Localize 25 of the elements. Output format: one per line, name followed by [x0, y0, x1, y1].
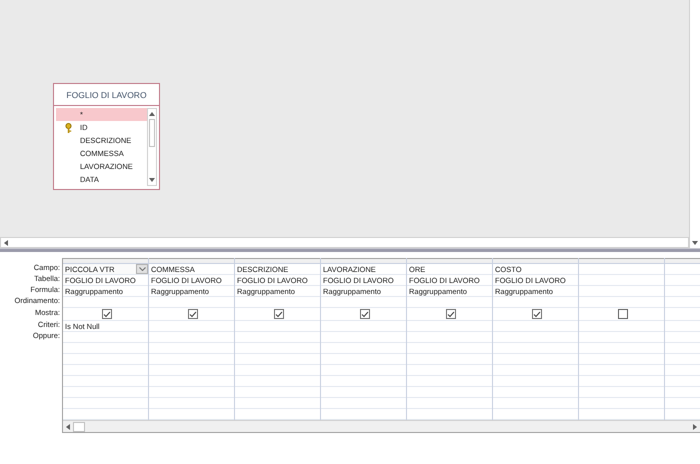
horizontal-scrollbar[interactable]: [0, 237, 689, 248]
vertical-scrollbar[interactable]: [147, 108, 157, 186]
key-icon: [64, 122, 72, 132]
chevron-icon: [138, 267, 146, 271]
checkbox[interactable]: [188, 309, 198, 319]
column-selector[interactable]: [149, 258, 234, 264]
column-selector[interactable]: [493, 258, 578, 264]
checkbox[interactable]: [618, 309, 628, 319]
checkbox[interactable]: [532, 309, 542, 319]
scroll-thumb[interactable]: [149, 119, 155, 147]
column-selector[interactable]: [235, 258, 320, 264]
checkbox[interactable]: [102, 309, 112, 319]
column-selector[interactable]: [665, 258, 700, 264]
horizontal-scrollbar[interactable]: [63, 420, 700, 432]
checkbox[interactable]: [274, 309, 284, 319]
dropdown-button[interactable]: [136, 264, 148, 274]
column-selector[interactable]: [63, 258, 148, 264]
checkbox[interactable]: [360, 309, 370, 319]
column-selector[interactable]: [321, 258, 406, 264]
table-title: FOGLIO DI LAVORO: [54, 84, 159, 106]
checkbox[interactable]: [446, 309, 456, 319]
scroll-thumb[interactable]: [73, 422, 85, 432]
vertical-scrollbar[interactable]: [689, 0, 700, 248]
column-selector[interactable]: [407, 258, 492, 264]
column-selector[interactable]: [579, 258, 664, 264]
